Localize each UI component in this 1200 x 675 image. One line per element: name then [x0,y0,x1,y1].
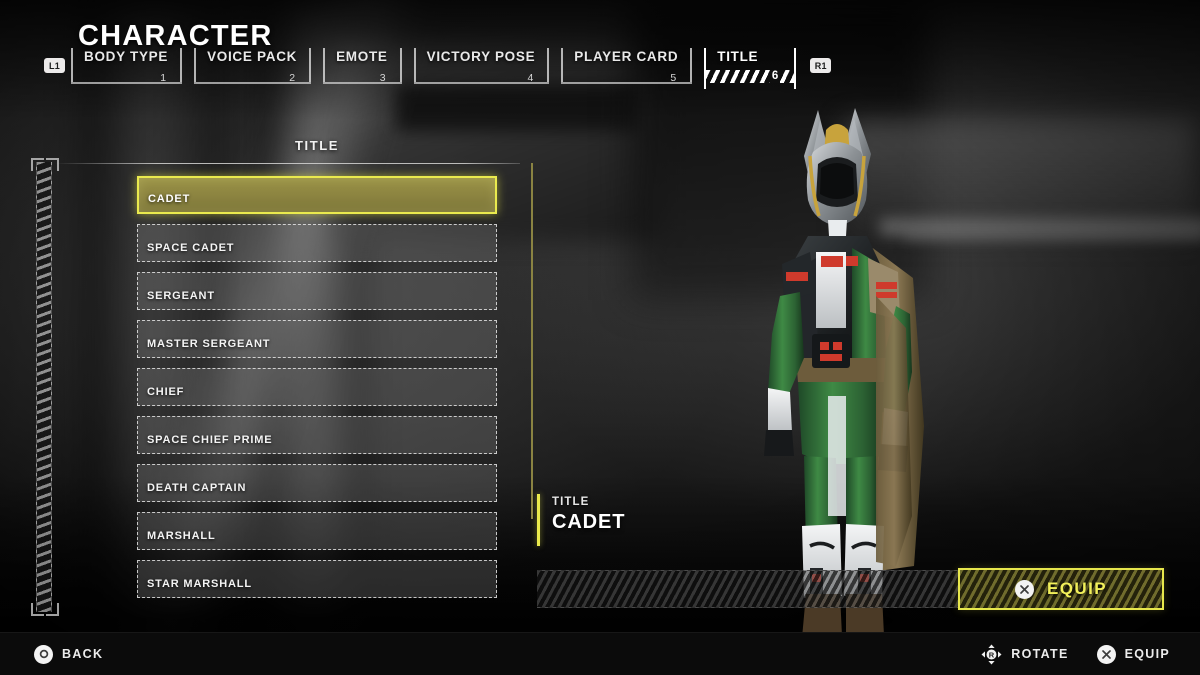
tab-label: PLAYER CARD [574,49,679,64]
detail-kind-label: TITLE [552,496,590,508]
tab-number: 1 [160,72,167,84]
list-panel-header: TITLE [294,138,340,153]
tab-label: EMOTE [336,49,388,64]
tab-emote[interactable]: EMOTE 3 [323,48,402,88]
list-item-label: DEATH CAPTAIN [147,482,247,494]
tab-label: TITLE [717,49,759,64]
tab-number: 5 [670,72,677,84]
list-item-space-cadet[interactable]: SPACE CADET [137,224,497,262]
tab-underline [323,82,402,84]
footer-hints-left: BACK [34,644,104,664]
tab-label: VOICE PACK [207,49,298,64]
list-item-chief[interactable]: CHIEF [137,368,497,406]
tab-number: 2 [289,72,296,84]
svg-text:R: R [989,650,995,659]
list-item-star-marshall[interactable]: STAR MARSHALL [137,560,497,598]
selection-detail: TITLE CADET [531,494,831,548]
detail-accent-bar [537,494,540,546]
equip-hint[interactable]: EQUIP [1096,644,1170,664]
circle-button-icon [34,644,53,664]
list-item-label: MASTER SERGEANT [147,338,271,350]
tab-number: 4 [527,72,534,84]
tab-number: 6 [769,70,781,83]
footer-hints-right: R ROTATE EQUIP [981,644,1170,665]
title-list: CADET SPACE CADET SERGEANT MASTER SERGEA… [137,176,497,608]
list-scrollbar[interactable] [31,158,59,616]
tab-label: BODY TYPE [84,49,169,64]
right-stick-icon: R [981,644,1002,665]
back-hint[interactable]: BACK [34,644,104,664]
tab-active-hatch [706,70,795,83]
list-item-master-sergeant[interactable]: MASTER SERGEANT [137,320,497,358]
list-item-sergeant[interactable]: SERGEANT [137,272,497,310]
tab-victory-pose[interactable]: VICTORY POSE 4 [413,48,550,88]
back-hint-label: BACK [62,647,104,661]
list-item-space-chief-prime[interactable]: SPACE CHIEF PRIME [137,416,497,454]
list-item-label: SPACE CADET [147,242,235,254]
list-item-label: STAR MARSHALL [147,578,252,590]
equip-hint-label: EQUIP [1124,647,1170,661]
tab-number: 3 [379,72,386,84]
equip-button-label: EQUIP [1047,579,1107,598]
list-item-label: SPACE CHIEF PRIME [147,434,273,446]
rotate-hint-label: ROTATE [1011,647,1069,661]
tab-title[interactable]: TITLE 6 [704,48,797,89]
r1-shoulder-button[interactable]: R1 [810,58,832,73]
tab-label: VICTORY POSE [426,49,536,64]
scrollbar-track[interactable] [36,162,52,612]
equip-button[interactable]: EQUIP [958,568,1164,610]
detail-name-label: CADET [552,511,626,533]
cross-button-icon [1096,644,1116,664]
cross-button-icon [1015,579,1035,599]
list-item-marshall[interactable]: MARSHALL [137,512,497,550]
tab-voice-pack[interactable]: VOICE PACK 2 [194,48,312,88]
list-item-death-captain[interactable]: DEATH CAPTAIN [137,464,497,502]
l1-shoulder-button[interactable]: L1 [44,58,65,73]
list-item-label: CHIEF [147,386,185,398]
list-panel-rule [55,163,520,164]
list-item-label: CADET [148,193,191,205]
footer-hint-bar: BACK R ROTATE EQUIP [0,632,1200,675]
list-item-label: MARSHALL [147,530,216,542]
list-item-cadet[interactable]: CADET [137,176,497,214]
rotate-hint[interactable]: R ROTATE [981,644,1068,665]
character-customization-screen: CHARACTER L1 BODY TYPE 1 VOICE PACK 2 EM… [0,0,1200,675]
list-item-label: SERGEANT [147,290,215,302]
tab-body-type[interactable]: BODY TYPE 1 [71,48,183,88]
tab-player-card[interactable]: PLAYER CARD 5 [561,48,693,88]
panel-divider [531,163,533,519]
category-tab-bar: L1 BODY TYPE 1 VOICE PACK 2 EMOTE 3 VICT… [44,48,832,90]
